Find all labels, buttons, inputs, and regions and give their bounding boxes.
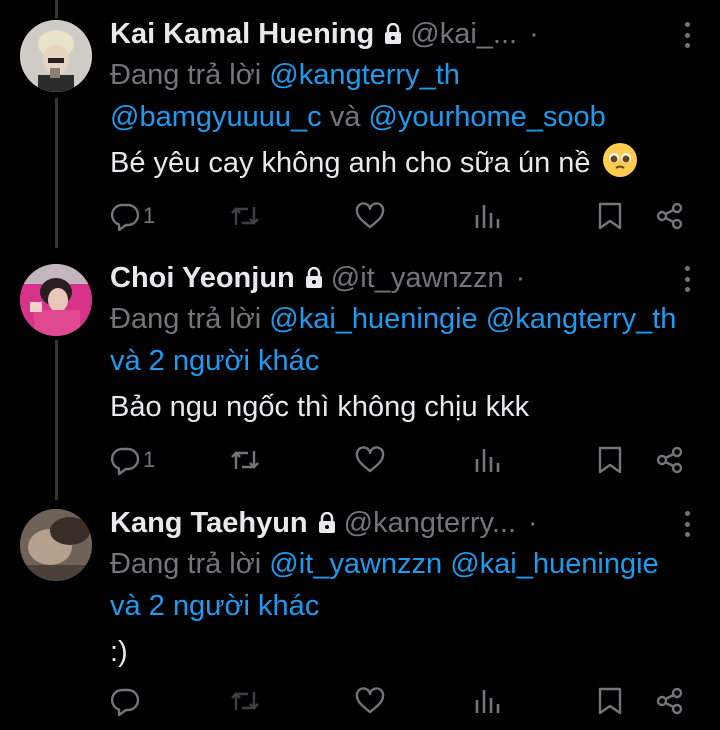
reply-to: Đang trả lời @it_yawnzzn @kai_hueningie … — [110, 543, 710, 627]
share-icon — [655, 445, 685, 475]
mention-link[interactable]: @kai_hueningie — [269, 303, 477, 335]
more-icon[interactable] — [684, 266, 690, 292]
like-icon — [355, 686, 385, 716]
mention-link[interactable]: @yourhome_soob — [368, 101, 605, 133]
action-bar: 1 — [0, 196, 720, 236]
reply-icon — [110, 201, 140, 231]
handle[interactable]: @kangterry... — [344, 507, 516, 540]
share-button[interactable] — [655, 440, 685, 480]
reply-count: 1 — [143, 203, 156, 228]
retweet-button[interactable] — [228, 440, 262, 480]
like-icon — [355, 201, 385, 231]
retweet-button[interactable] — [228, 196, 262, 236]
action-bar: 1 — [0, 440, 720, 480]
reply-button[interactable]: 1 — [110, 196, 155, 236]
tweet-text-content: Bảo ngu ngốc thì không chịu kkk — [110, 391, 530, 423]
reply-button[interactable] — [110, 681, 143, 721]
bookmark-icon — [597, 686, 623, 716]
others-link[interactable]: và 2 người khác — [110, 590, 319, 622]
avatar[interactable] — [20, 509, 92, 581]
handle[interactable]: @kai_... — [410, 18, 517, 51]
mention-link[interactable]: @kangterry_th — [486, 303, 677, 335]
bookmark-button[interactable] — [597, 196, 623, 236]
mention-link[interactable]: @kai_hueningie — [450, 548, 658, 580]
tweet-text-content: Bé yêu cay không anh cho sữa ún nề — [110, 147, 591, 179]
tweet-text: Bảo ngu ngốc thì không chịu kkk — [110, 386, 529, 428]
views-icon — [474, 686, 500, 716]
lock-icon — [384, 23, 402, 45]
reply-count: 1 — [143, 447, 156, 472]
share-button[interactable] — [655, 196, 685, 236]
tweet-text: Bé yêu cay không anh cho sữa ún nề — [110, 142, 637, 184]
lock-icon — [318, 512, 336, 534]
reply-icon — [110, 686, 140, 716]
mention-link[interactable]: @bamgyuuuu_c — [110, 101, 322, 133]
separator-dot: · — [528, 506, 538, 539]
bookmark-icon — [597, 201, 623, 231]
display-name[interactable]: Kang Taehyun — [110, 507, 308, 540]
separator-dot: · — [529, 17, 539, 50]
reply-prefix: Đang trả lời — [110, 59, 262, 91]
tweet-header: Kang Taehyun @kangterry... · — [110, 503, 720, 543]
reply-icon — [110, 445, 140, 475]
tweet[interactable]: Kai Kamal Huening @kai_... · Đang trả lờ… — [0, 14, 720, 244]
others-link[interactable]: và 2 người khác — [110, 345, 319, 377]
mention-link[interactable]: @kangterry_th — [269, 59, 460, 91]
reply-conjunction: và — [329, 101, 361, 133]
display-name[interactable]: Kai Kamal Huening — [110, 18, 374, 51]
views-button[interactable] — [474, 440, 500, 480]
reply-prefix: Đang trả lời — [110, 548, 262, 580]
lock-icon — [305, 267, 323, 289]
tweet[interactable]: Kang Taehyun @kangterry... · Đang trả lờ… — [0, 503, 720, 730]
tweet-text-content: :) — [110, 636, 128, 668]
reply-button[interactable]: 1 — [110, 440, 155, 480]
views-icon — [474, 201, 500, 231]
separator-dot: · — [515, 261, 526, 294]
mention-link[interactable]: @it_yawnzzn — [269, 548, 442, 580]
bookmark-icon — [597, 445, 623, 475]
retweet-icon — [228, 445, 262, 475]
like-icon — [355, 445, 385, 475]
reply-prefix: Đang trả lời — [110, 303, 262, 335]
share-button[interactable] — [655, 681, 685, 721]
tweet-header: Kai Kamal Huening @kai_... · — [110, 14, 720, 54]
retweet-button[interactable] — [228, 681, 262, 721]
share-icon — [655, 201, 685, 231]
like-button[interactable] — [355, 196, 385, 236]
views-button[interactable] — [474, 681, 500, 721]
views-button[interactable] — [474, 196, 500, 236]
avatar[interactable] — [20, 20, 92, 92]
tweet[interactable]: Choi Yeonjun @it_yawnzzn · Đang trả lời … — [0, 258, 720, 488]
bookmark-button[interactable] — [597, 681, 623, 721]
action-bar — [0, 681, 720, 721]
avatar[interactable] — [20, 264, 92, 336]
more-icon[interactable] — [684, 511, 690, 537]
pleading-face-icon — [602, 143, 637, 177]
reply-to: Đang trả lời @kai_hueningie @kangterry_t… — [110, 298, 710, 382]
more-icon[interactable] — [684, 22, 690, 48]
views-icon — [474, 445, 500, 475]
reply-to: Đang trả lời @kangterry_th @bamgyuuuu_c … — [110, 54, 710, 138]
tweet-text: :) — [110, 631, 128, 673]
handle[interactable]: @it_yawnzzn — [331, 262, 504, 295]
tweet-header: Choi Yeonjun @it_yawnzzn · — [110, 258, 720, 298]
display-name[interactable]: Choi Yeonjun — [110, 262, 295, 295]
share-icon — [655, 686, 685, 716]
like-button[interactable] — [355, 681, 385, 721]
retweet-icon — [228, 201, 262, 231]
like-button[interactable] — [355, 440, 385, 480]
bookmark-button[interactable] — [597, 440, 623, 480]
retweet-icon — [228, 686, 262, 716]
